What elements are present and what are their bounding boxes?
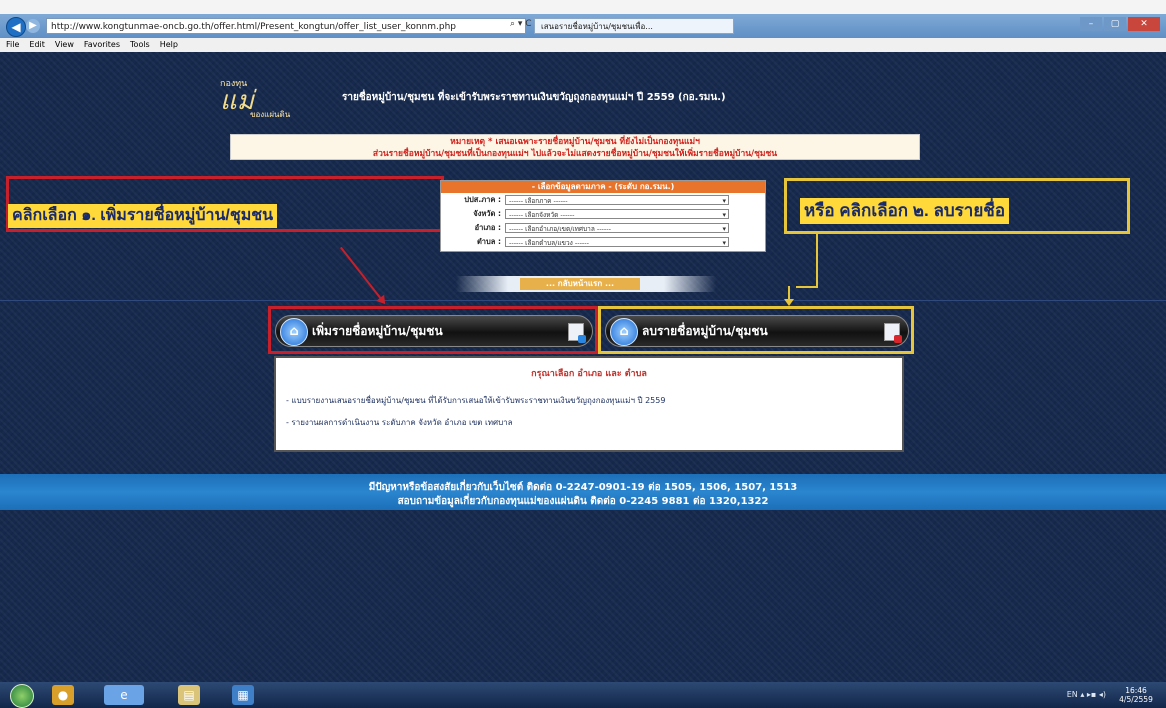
app-window-icon[interactable]: ▦ bbox=[232, 685, 254, 705]
district-select[interactable]: ------ เลือกอำเภอ/เขต/เทศบาล ------ ▾ bbox=[505, 223, 729, 233]
address-tools[interactable]: ⌕ ▾ C bbox=[510, 19, 532, 29]
chevron-down-icon: ▾ bbox=[722, 197, 726, 205]
footer-band: มีปัญหาหรือข้อสงสัยเกี่ยวกับเว็บไซต์ ติด… bbox=[0, 474, 1166, 510]
forward-arrow-icon[interactable]: ▶ bbox=[26, 19, 40, 33]
delete-village-button[interactable]: ⌂ ลบรายชื่อหมู่บ้าน/ชุมชน bbox=[605, 315, 909, 347]
menu-view[interactable]: View bbox=[55, 38, 74, 52]
menu-tools[interactable]: Tools bbox=[130, 38, 150, 52]
clock-time: 16:46 bbox=[1125, 686, 1147, 695]
yellow-arrow-head bbox=[784, 286, 794, 306]
district-select-value: ------ เลือกอำเภอ/เขต/เทศบาล ------ bbox=[509, 225, 611, 233]
annotation-box-add-button: ⌂ เพิ่มรายชื่อหมู่บ้าน/ชุมชน bbox=[268, 306, 598, 354]
selector-heading: - เลือกข้อมูลตามภาค - (ระดับ กอ.รมน.) bbox=[441, 181, 765, 193]
menu-bar: File Edit View Favorites Tools Help bbox=[0, 38, 1166, 52]
home-icon: ⌂ bbox=[280, 318, 308, 346]
logo-small-text: กองทุน bbox=[220, 79, 248, 89]
divider bbox=[0, 300, 1166, 301]
annotation-box-delete-button: ⌂ ลบรายชื่อหมู่บ้าน/ชุมชน bbox=[598, 306, 914, 354]
selector-row-region: ปปส.ภาค : ------ เลือกภาค ------ ▾ bbox=[441, 193, 765, 207]
list-title: กรุณาเลือก อำเภอ และ ตำบล bbox=[531, 369, 647, 379]
address-bar[interactable]: http://www.kongtunmae-oncb.go.th/offer.h… bbox=[46, 18, 526, 34]
taskbar: ● e ▤ ▦ EN ▴ ▸▪ ◂) 16:46 4/5/2559 bbox=[0, 682, 1166, 708]
province-select-value: ------ เลือกจังหวัด ------ bbox=[509, 211, 575, 219]
document-delete-icon bbox=[884, 323, 902, 343]
menu-help[interactable]: Help bbox=[160, 38, 178, 52]
page-content: กองทุน แม่ ของแผ่นดิน รายชื่อหมู่บ้าน/ชุ… bbox=[0, 52, 1166, 682]
chevron-down-icon: ▾ bbox=[722, 239, 726, 247]
minimize-icon[interactable]: – bbox=[1080, 17, 1102, 31]
province-select[interactable]: ------ เลือกจังหวัด ------ ▾ bbox=[505, 209, 729, 219]
clock[interactable]: 16:46 4/5/2559 bbox=[1114, 686, 1158, 704]
maximize-icon[interactable]: ▢ bbox=[1104, 17, 1126, 31]
region-select-value: ------ เลือกภาค ------ bbox=[509, 197, 568, 205]
menu-edit[interactable]: Edit bbox=[29, 38, 45, 52]
back-home-banner: ... กลับหน้าแรก ... bbox=[456, 276, 716, 292]
report-link-results[interactable]: - รายงานผลการดำเนินงาน ระดับภาค จังหวัด … bbox=[286, 416, 513, 429]
annotation-label-right: หรือ คลิกเลือก ๒. ลบรายชื่อ bbox=[800, 198, 1010, 224]
clock-date: 4/5/2559 bbox=[1119, 695, 1153, 704]
province-label: จังหวัด : bbox=[473, 209, 501, 218]
note-box: หมายเหตุ * เสนอเฉพาะรายชื่อหมู่บ้าน/ชุมช… bbox=[230, 134, 920, 160]
back-arrow-icon[interactable]: ◀ bbox=[6, 17, 26, 37]
browser-toolbar: ◀ ▶ http://www.kongtunmae-oncb.go.th/off… bbox=[0, 14, 1166, 38]
top-strip bbox=[0, 0, 1166, 14]
yellow-arrow-segment bbox=[796, 286, 816, 288]
region-selector: - เลือกข้อมูลตามภาค - (ระดับ กอ.รมน.) ปป… bbox=[440, 180, 766, 252]
note-line-1: หมายเหตุ * เสนอเฉพาะรายชื่อหมู่บ้าน/ชุมช… bbox=[450, 137, 700, 147]
menu-favorites[interactable]: Favorites bbox=[84, 38, 120, 52]
browser-tab[interactable]: เสนอรายชื่อหมู่บ้าน/ชุมชนเพื่อ... bbox=[534, 18, 734, 34]
close-icon[interactable]: ✕ bbox=[1128, 17, 1160, 31]
footer-contact-line-2: สอบถามข้อมูลเกี่ยวกับกองทุนแม่ของแผ่นดิน… bbox=[397, 496, 769, 507]
district-label: อำเภอ : bbox=[474, 223, 501, 232]
back-home-link[interactable]: ... กลับหน้าแรก ... bbox=[520, 278, 640, 290]
window-controls: – ▢ ✕ bbox=[1080, 17, 1160, 31]
add-village-button[interactable]: ⌂ เพิ่มรายชื่อหมู่บ้าน/ชุมชน bbox=[275, 315, 593, 347]
page-title: รายชื่อหมู่บ้าน/ชุมชน ที่จะเข้ารับพระราช… bbox=[342, 92, 726, 103]
add-village-label: เพิ่มรายชื่อหมู่บ้าน/ชุมชน bbox=[312, 324, 443, 338]
annotation-label-left: คลิกเลือก ๑. เพิ่มรายชื่อหมู่บ้าน/ชุมชน bbox=[8, 204, 278, 228]
start-button[interactable] bbox=[10, 684, 34, 708]
subdistrict-select[interactable]: ------ เลือกตำบล/แขวง ------ ▾ bbox=[505, 237, 729, 247]
subdistrict-select-value: ------ เลือกตำบล/แขวง ------ bbox=[509, 239, 589, 247]
document-add-icon bbox=[568, 323, 586, 343]
report-link-village[interactable]: - แบบรายงานเสนอรายชื่อหมู่บ้าน/ชุมชน ที่… bbox=[286, 394, 665, 407]
region-select[interactable]: ------ เลือกภาค ------ ▾ bbox=[505, 195, 729, 205]
logo-main-text: แม่ bbox=[220, 86, 254, 116]
red-arrow-icon bbox=[340, 246, 383, 301]
selector-row-subdistrict: ตำบล : ------ เลือกตำบล/แขวง ------ ▾ bbox=[441, 235, 765, 249]
note-line-2: ส่วนรายชื่อหมู่บ้าน/ชุมชนที่เป็นกองทุนแม… bbox=[372, 149, 778, 159]
chevron-down-icon: ▾ bbox=[722, 211, 726, 219]
selector-row-district: อำเภอ : ------ เลือกอำเภอ/เขต/เทศบาล ---… bbox=[441, 221, 765, 235]
yellow-arrow-icon bbox=[816, 234, 818, 288]
footer-contact-line-1: มีปัญหาหรือข้อสงสัยเกี่ยวกับเว็บไซต์ ติด… bbox=[368, 482, 798, 493]
delete-village-label: ลบรายชื่อหมู่บ้าน/ชุมชน bbox=[642, 324, 768, 338]
subdistrict-label: ตำบล : bbox=[476, 237, 501, 246]
chevron-down-icon: ▾ bbox=[722, 225, 726, 233]
home-icon: ⌂ bbox=[610, 318, 638, 346]
site-logo[interactable]: กองทุน แม่ ของแผ่นดิน bbox=[220, 79, 290, 121]
menu-file[interactable]: File bbox=[6, 38, 19, 52]
report-list-box: กรุณาเลือก อำเภอ และ ตำบล - แบบรายงานเสน… bbox=[274, 356, 904, 452]
system-tray[interactable]: EN ▴ ▸▪ ◂) bbox=[1067, 690, 1106, 699]
file-explorer-icon[interactable]: ▤ bbox=[178, 685, 200, 705]
region-label: ปปส.ภาค : bbox=[464, 195, 501, 204]
chrome-icon[interactable]: ● bbox=[52, 685, 74, 705]
selector-row-province: จังหวัด : ------ เลือกจังหวัด ------ ▾ bbox=[441, 207, 765, 221]
internet-explorer-icon[interactable]: e bbox=[104, 685, 144, 705]
logo-sub-text: ของแผ่นดิน bbox=[250, 110, 291, 119]
